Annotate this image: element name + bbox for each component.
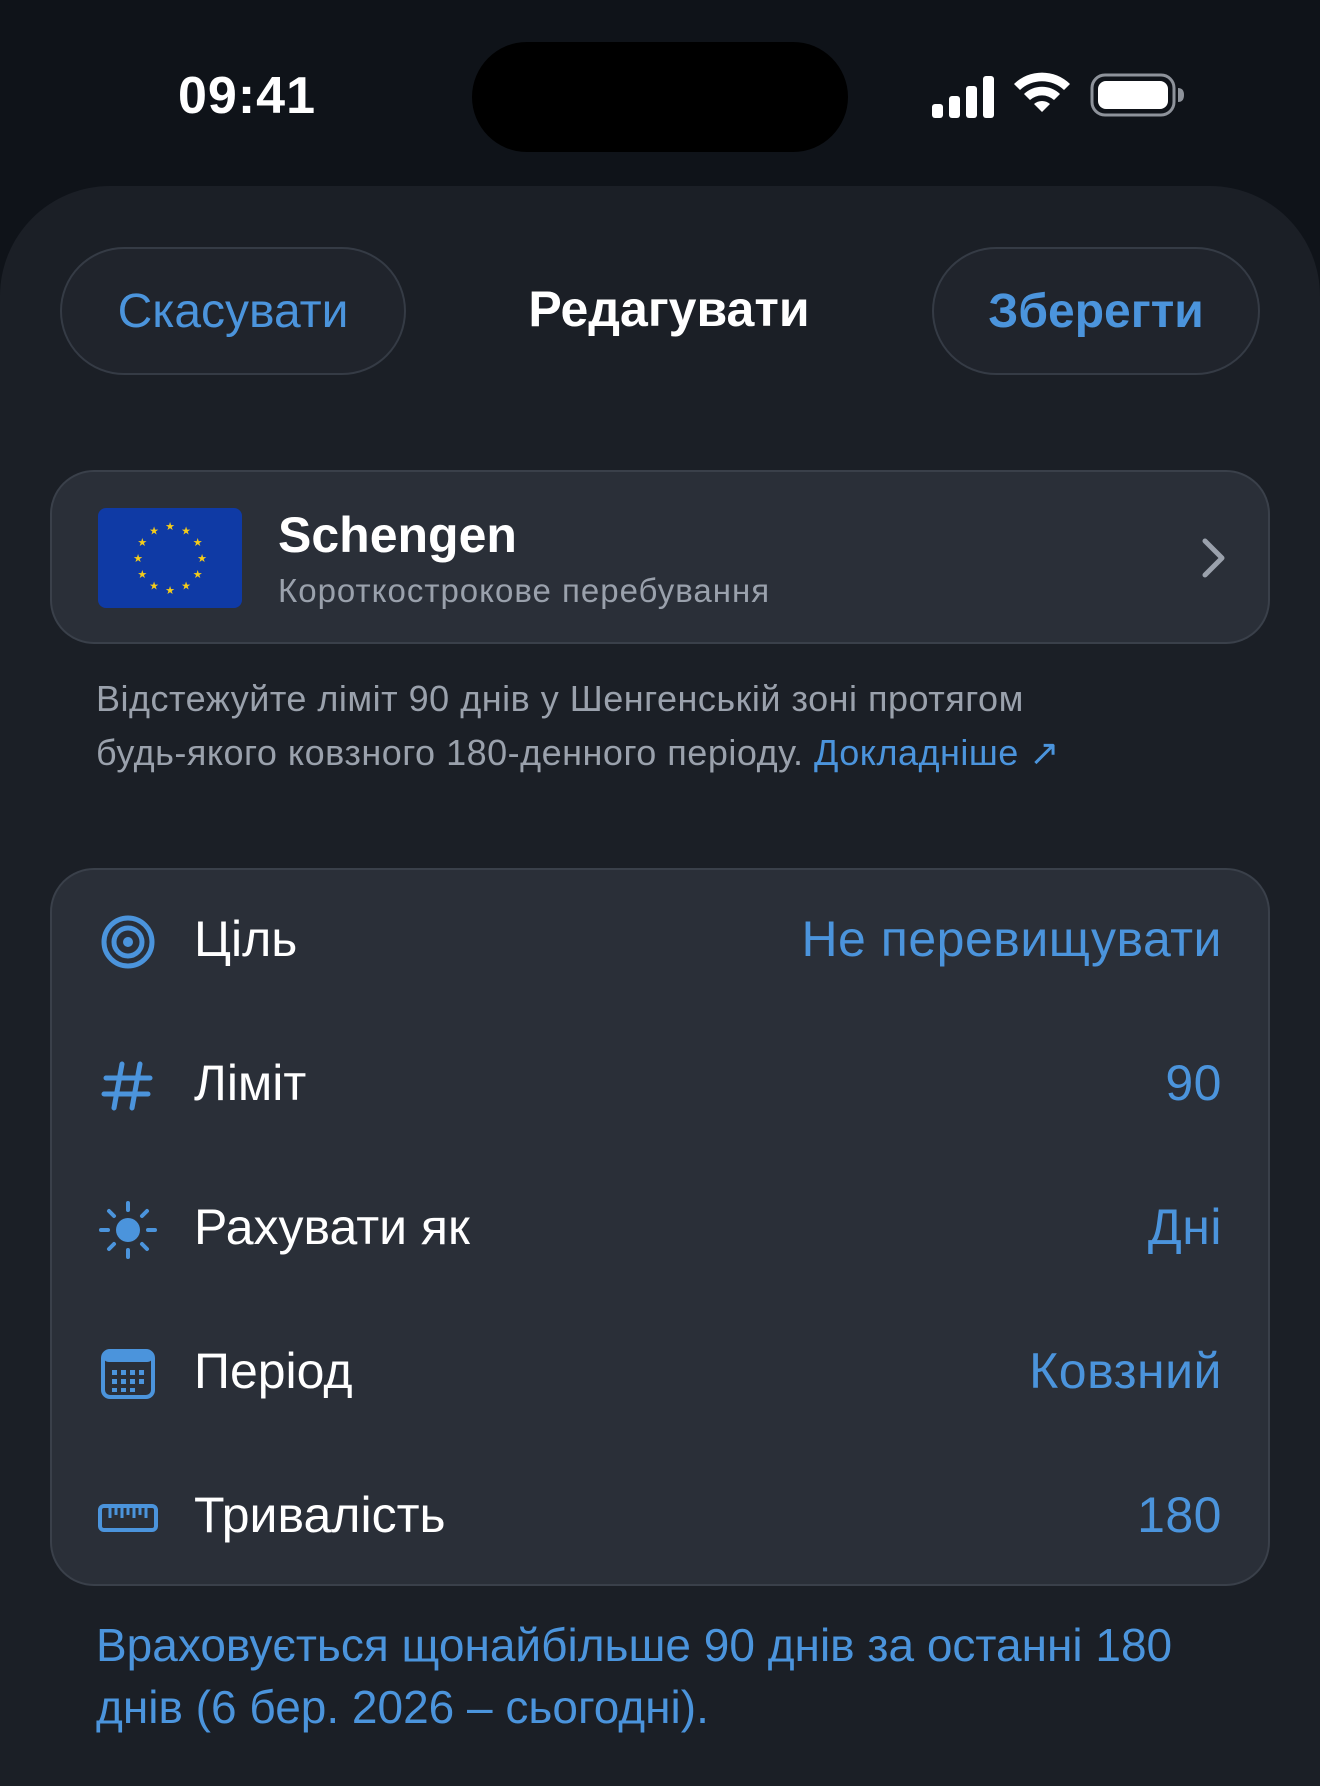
cellular-signal-icon [932,76,994,118]
sun-icon [99,1201,157,1259]
status-bar: 09:41 [0,0,1320,190]
dynamic-island [472,42,848,152]
cancel-button[interactable]: Скасувати [60,247,406,375]
wifi-icon [1014,72,1070,112]
count-as-label: Рахувати як [194,1199,470,1255]
duration-row[interactable]: Тривалість 180 [52,1446,1268,1590]
limit-value[interactable]: 90 [1165,1054,1222,1112]
region-title: Schengen [278,507,517,563]
limit-row[interactable]: Ліміт 90 [52,1014,1268,1158]
calendar-icon [101,1349,155,1399]
goal-label: Ціль [194,911,298,967]
goal-row[interactable]: Ціль Не перевищувати [52,870,1268,1014]
region-subtitle: Короткострокове перебування [278,572,771,609]
status-icons [930,72,1200,122]
flag-star: ★ [149,580,159,593]
flag-star: ★ [181,580,191,593]
page-title: Редагувати [528,281,810,337]
period-row[interactable]: Період Ковзний [52,1302,1268,1446]
flag-star: ★ [133,552,143,565]
flag-star: ★ [165,520,175,533]
flag-star: ★ [181,524,191,537]
count-as-value[interactable]: Дні [1148,1198,1222,1256]
save-button[interactable]: Зберегти [932,247,1260,375]
region-selector[interactable]: ★ ★ ★ ★ ★ ★ ★ ★ ★ ★ ★ ★ Schengen Короткострокове пе… [50,470,1270,644]
period-label: Період [194,1343,353,1399]
flag-star: ★ [137,536,147,549]
flag-star: ★ [149,524,159,537]
duration-label: Тривалість [194,1487,446,1543]
target-icon [101,915,155,969]
settings-card: Ціль Не перевищувати Ліміт 90 Рахувати я… [50,868,1270,1586]
flag-star: ★ [137,568,147,581]
summary-note: Враховується щонайбільше 90 днів за оста… [96,1619,1173,1733]
flag-star: ★ [193,536,203,549]
limit-label: Ліміт [194,1055,307,1111]
flag-star: ★ [197,552,207,565]
eu-flag-icon: ★ ★ ★ ★ ★ ★ ★ ★ ★ ★ ★ ★ [98,508,242,608]
status-time: 09:41 [178,67,316,125]
flag-star: ★ [165,584,175,597]
goal-value[interactable]: Не перевищувати [801,910,1222,968]
flag-star: ★ [193,568,203,581]
description-line-1: Відстежуйте ліміт 90 днів у Шенгенській … [96,678,1024,719]
period-value[interactable]: Ковзний [1029,1342,1222,1400]
chevron-right-icon [1202,538,1225,578]
count-as-row[interactable]: Рахувати як Дні [52,1158,1268,1302]
battery-icon [1090,73,1184,117]
description-line-2: будь-якого ковзного 180-денного періоду. [96,732,804,773]
duration-value[interactable]: 180 [1137,1486,1222,1544]
hashtag-icon [101,1061,153,1111]
ruler-icon [98,1504,158,1532]
description-text: Відстежуйте ліміт 90 днів у Шенгенській … [96,672,1246,780]
learn-more-link[interactable]: Докладніше ↗ [814,732,1060,773]
